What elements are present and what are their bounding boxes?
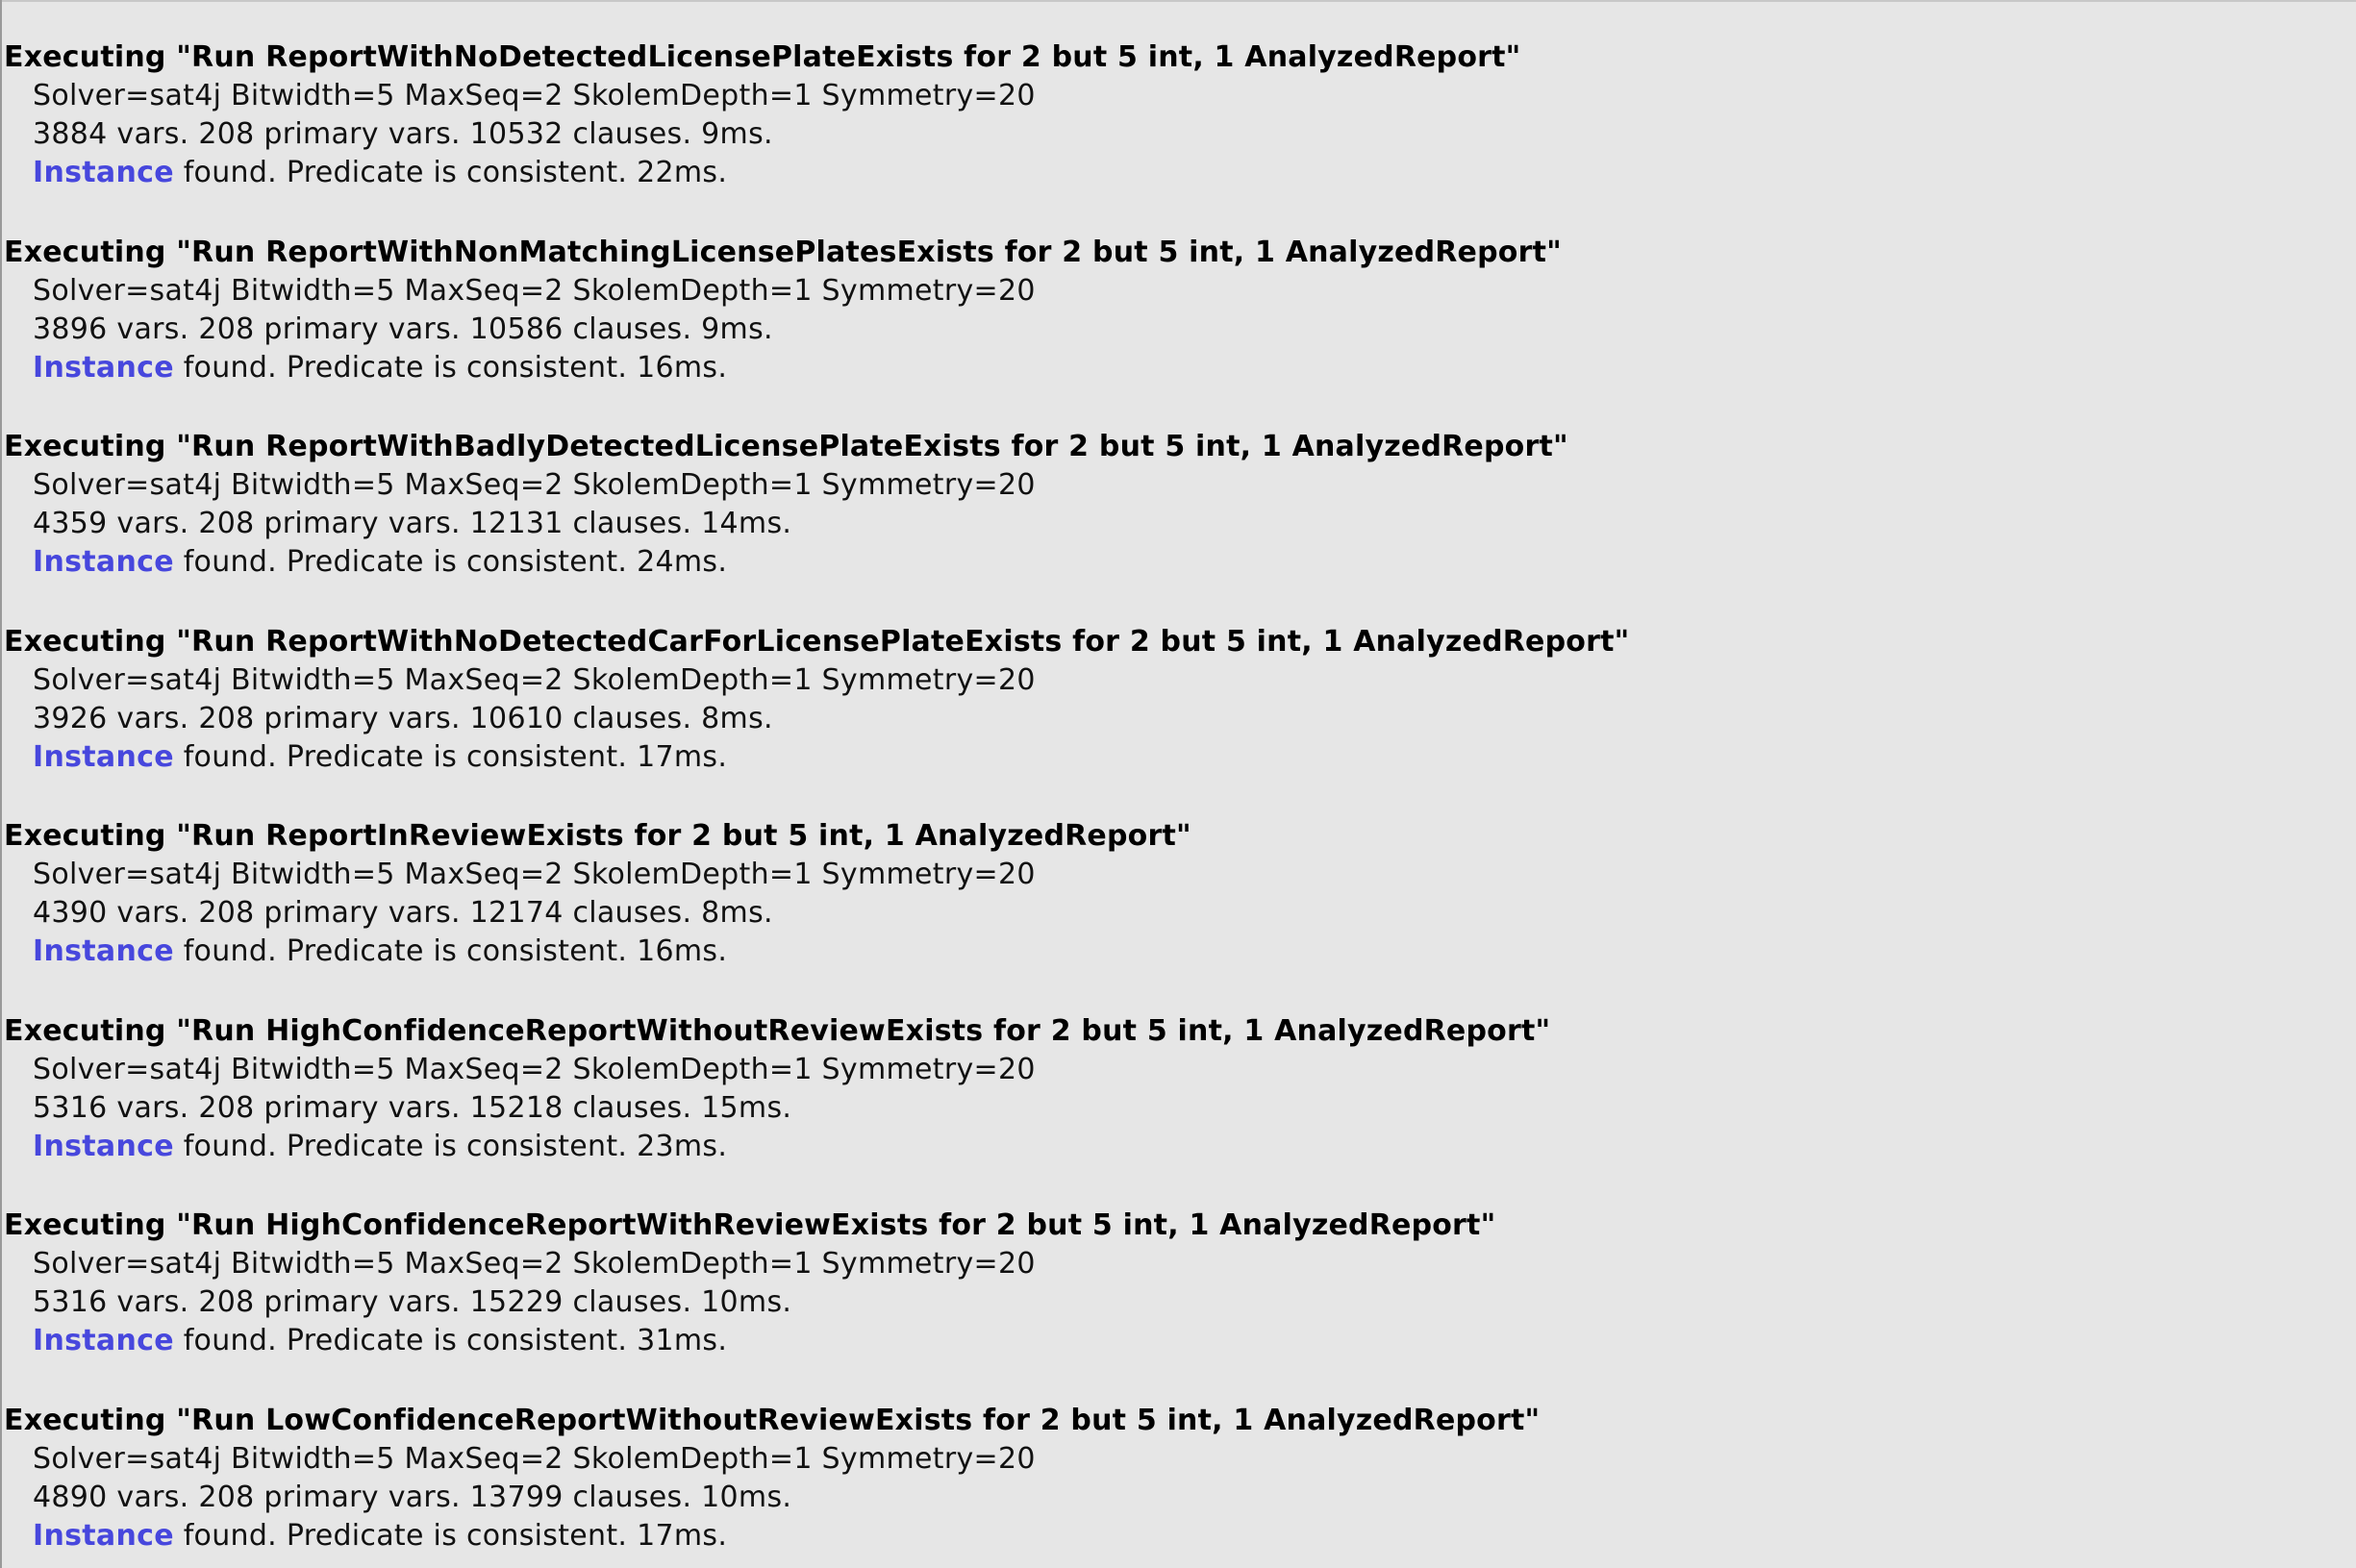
instance-link[interactable]: Instance <box>33 1130 174 1163</box>
log-entry: Executing "Run HighConfidenceReportWithR… <box>4 1207 2356 1402</box>
instance-link[interactable]: Instance <box>33 351 174 385</box>
solver-stats: 3884 vars. 208 primary vars. 10532 claus… <box>33 117 773 151</box>
solver-stats: 4890 vars. 208 primary vars. 13799 claus… <box>33 1480 792 1514</box>
execution-header: Executing "Run HighConfidenceReportWitho… <box>4 1013 1551 1048</box>
execution-header: Executing "Run ReportWithNoDetectedCarFo… <box>4 624 1630 659</box>
log-entry: Executing "Run HighConfidenceReportWitho… <box>4 1012 2356 1207</box>
solver-stats: 3926 vars. 208 primary vars. 10610 claus… <box>33 701 773 735</box>
solver-stats: 5316 vars. 208 primary vars. 15218 claus… <box>33 1090 792 1125</box>
solver-settings: Solver=sat4j Bitwidth=5 MaxSeq=2 SkolemD… <box>33 1247 1036 1281</box>
left-border <box>0 0 2 1568</box>
log-entry: Executing "Run ReportWithNoDetectedLicen… <box>4 38 2356 234</box>
solver-settings: Solver=sat4j Bitwidth=5 MaxSeq=2 SkolemD… <box>33 468 1036 502</box>
result-text: found. Predicate is consistent. 17ms. <box>173 1518 728 1553</box>
log-entry: Executing "Run LowConfidenceReportWithou… <box>4 1402 2356 1568</box>
result-line: Instance found. Predicate is consistent.… <box>4 933 2356 971</box>
log-entry: Executing "Run ReportWithBadlyDetectedLi… <box>4 428 2356 623</box>
execution-log-panel[interactable]: Executing "Run ReportWithNoDetectedLicen… <box>4 38 2356 1568</box>
result-line: Instance found. Predicate is consistent.… <box>4 738 2356 777</box>
execution-header: Executing "Run ReportWithBadlyDetectedLi… <box>4 430 1568 463</box>
instance-link[interactable]: Instance <box>33 156 174 189</box>
instance-link[interactable]: Instance <box>33 740 174 774</box>
instance-link[interactable]: Instance <box>33 934 174 968</box>
log-entry: Executing "Run ReportInReviewExists for … <box>4 817 2356 1012</box>
solver-settings: Solver=sat4j Bitwidth=5 MaxSeq=2 SkolemD… <box>33 79 1036 112</box>
solver-settings: Solver=sat4j Bitwidth=5 MaxSeq=2 SkolemD… <box>33 662 1036 697</box>
solver-stats: 5316 vars. 208 primary vars. 15229 claus… <box>33 1285 792 1319</box>
execution-header: Executing "Run ReportInReviewExists for … <box>4 819 1191 853</box>
result-line: Instance found. Predicate is consistent.… <box>4 543 2356 582</box>
top-border <box>0 0 2356 2</box>
instance-link[interactable]: Instance <box>33 545 174 579</box>
result-line: Instance found. Predicate is consistent.… <box>4 1517 2356 1556</box>
execution-header: Executing "Run ReportWithNoDetectedLicen… <box>4 40 1521 74</box>
solver-stats: 3896 vars. 208 primary vars. 10586 claus… <box>33 311 773 346</box>
result-line: Instance found. Predicate is consistent.… <box>4 154 2356 192</box>
solver-settings: Solver=sat4j Bitwidth=5 MaxSeq=2 SkolemD… <box>33 1052 1036 1086</box>
solver-settings: Solver=sat4j Bitwidth=5 MaxSeq=2 SkolemD… <box>33 858 1036 891</box>
execution-header: Executing "Run ReportWithNonMatchingLice… <box>4 235 1562 269</box>
execution-header: Executing "Run HighConfidenceReportWithR… <box>4 1208 1496 1242</box>
instance-link[interactable]: Instance <box>33 1519 174 1553</box>
instance-link[interactable]: Instance <box>33 1324 174 1357</box>
result-text: found. Predicate is consistent. 17ms. <box>173 739 728 774</box>
result-text: found. Predicate is consistent. 16ms. <box>173 934 728 968</box>
execution-header: Executing "Run LowConfidenceReportWithou… <box>4 1403 1541 1437</box>
result-text: found. Predicate is consistent. 31ms. <box>173 1324 728 1357</box>
solver-settings: Solver=sat4j Bitwidth=5 MaxSeq=2 SkolemD… <box>33 273 1036 308</box>
result-text: found. Predicate is consistent. 24ms. <box>173 545 728 579</box>
result-line: Instance found. Predicate is consistent.… <box>4 1322 2356 1360</box>
log-entry: Executing "Run ReportWithNoDetectedCarFo… <box>4 623 2356 818</box>
log-entry: Executing "Run ReportWithNonMatchingLice… <box>4 234 2356 429</box>
result-line: Instance found. Predicate is consistent.… <box>4 1128 2356 1166</box>
solver-stats: 4359 vars. 208 primary vars. 12131 claus… <box>33 507 792 540</box>
result-text: found. Predicate is consistent. 16ms. <box>173 350 728 385</box>
result-line: Instance found. Predicate is consistent.… <box>4 349 2356 387</box>
solver-stats: 4390 vars. 208 primary vars. 12174 claus… <box>33 896 773 930</box>
result-text: found. Predicate is consistent. 23ms. <box>173 1129 728 1163</box>
solver-settings: Solver=sat4j Bitwidth=5 MaxSeq=2 SkolemD… <box>33 1441 1036 1476</box>
result-text: found. Predicate is consistent. 22ms. <box>173 156 728 189</box>
